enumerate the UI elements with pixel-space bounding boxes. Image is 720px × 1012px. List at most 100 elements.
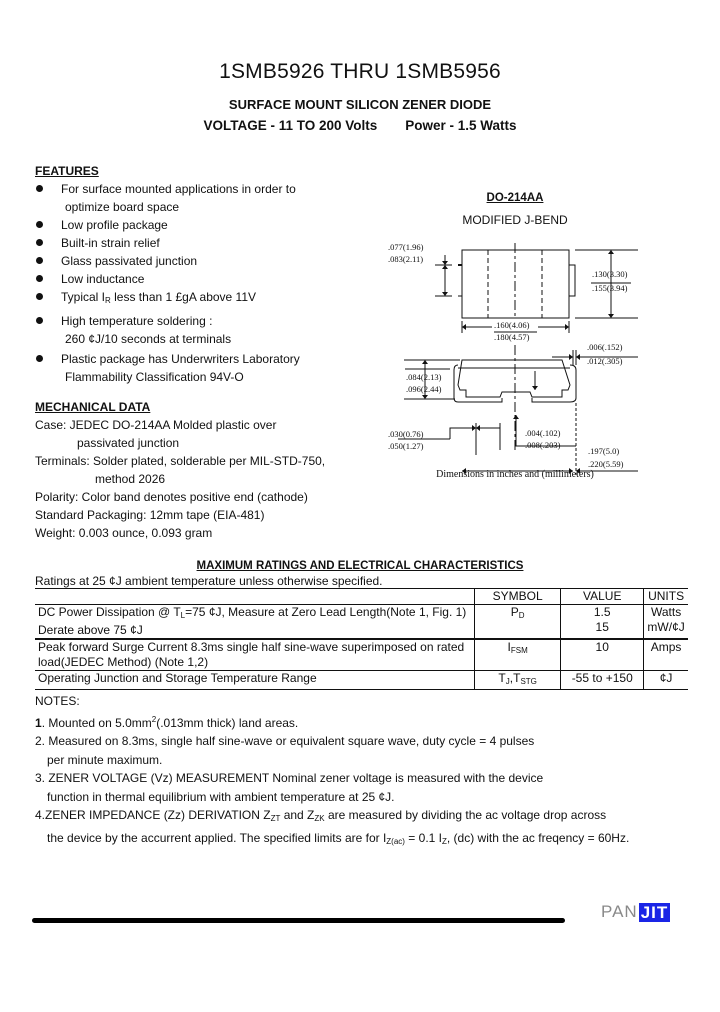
mechanical-heading: MECHANICAL DATA (35, 400, 151, 414)
bullet-icon (36, 275, 43, 282)
dim-label: .155(3.94) (592, 283, 628, 293)
note-text: (.013mm thick) land areas. (156, 715, 299, 730)
units-text: mW/¢J (647, 620, 685, 634)
desc-text: load(JEDEC Method) (Note 1,2) (38, 655, 209, 669)
list-item: Plastic package has Underwriters Laborat… (35, 350, 365, 386)
bullet-icon (36, 355, 43, 362)
feature-text: Glass passivated junction (61, 254, 198, 268)
table-header-row: SYMBOL VALUE UNITS (35, 588, 688, 605)
feature-text: Low inductance (61, 272, 145, 286)
symbol-text: ,T (509, 671, 521, 685)
weight-text: Weight: 0.003 ounce, 0.093 gram (35, 526, 213, 540)
dim-label: .130(3.30) (592, 269, 628, 279)
arrow-icon (532, 386, 538, 390)
mechanical-data-section: MECHANICAL DATA Case: JEDEC DO-214AA Mol… (35, 398, 355, 542)
dim-label: .160(4.06) (494, 320, 530, 330)
list-item: Built-in strain relief (35, 234, 365, 252)
features-heading: FEATURES (35, 164, 99, 178)
note-text: the device by the accurrent applied. The… (47, 830, 387, 845)
arrow-icon (422, 360, 428, 364)
arrow-icon (442, 292, 448, 296)
voltage-range: VOLTAGE - 11 TO 200 Volts (203, 118, 378, 133)
dim-label: .180(4.57) (494, 332, 530, 342)
value-text: 1.5 (593, 605, 611, 619)
desc-text: Peak forward Surge Current 8.3ms single … (38, 640, 465, 654)
power-rating: Power - 1.5 Watts (405, 118, 517, 133)
note-3: 3. ZENER VOLTAGE (Vz) MEASUREMENT Nomina… (35, 771, 544, 785)
desc-text: Derate above 75 ¢J (38, 623, 143, 637)
case-text: Case: JEDEC DO-214AA Molded plastic over (35, 418, 277, 432)
note-2: 2. Measured on 8.3ms, single half sine-w… (35, 734, 535, 748)
arrow-icon (472, 425, 476, 431)
dim-label: .220(5.59) (588, 459, 624, 469)
table-row: Operating Junction and Storage Temperatu… (35, 670, 688, 690)
dim-label: .084(2.13) (406, 372, 442, 382)
arrow-icon (476, 425, 480, 431)
arrow-icon (442, 265, 448, 269)
note-text: . Mounted on 5.0mm (41, 715, 152, 730)
value-text: 15 (595, 620, 609, 634)
dim-label: .030(0.76) (388, 429, 424, 439)
document-subtitle: SURFACE MOUNT SILICON ZENER DIODE (228, 97, 492, 112)
arrow-icon (569, 354, 573, 360)
feature-text: Plastic package has Underwriters Laborat… (61, 352, 300, 366)
arrow-icon (422, 395, 428, 399)
note-text: are measured by dividing the ac voltage … (324, 808, 607, 822)
header-cell-desc (35, 588, 475, 605)
arrow-icon (576, 354, 580, 360)
panjit-logo: PAN JIT (601, 902, 671, 922)
dim-label: .012(.305) (587, 356, 623, 366)
lead-left (453, 364, 503, 403)
arrow-icon (462, 324, 466, 330)
notes-heading: NOTES: (35, 694, 80, 708)
table-row: Peak forward Surge Current 8.3ms single … (35, 639, 688, 671)
list-item: Typical IR less than 1 £gA above 11V (35, 288, 365, 310)
header-cell-units: UNITS (643, 588, 688, 605)
table-row: DC Power Dissipation @ TL=75 ¢J, Measure… (35, 604, 688, 640)
note-text: and Z (280, 808, 315, 822)
note-4: 4.ZENER IMPEDANCE (Zz) DERIVATION ZZT an… (35, 806, 675, 829)
bullet-icon (36, 221, 43, 228)
desc-text: =75 ¢J, Measure at Zero Lead Length(Note… (185, 605, 467, 619)
dim-label: .050(1.27) (388, 441, 424, 451)
features-list: For surface mounted applications in orde… (35, 180, 365, 386)
list-item: Low inductance (35, 270, 365, 288)
symbol-text: P (510, 605, 519, 619)
subscript: ZT (270, 814, 281, 823)
dim-label: .197(5.0) (588, 446, 620, 456)
packaging-text: Standard Packaging: 12mm tape (EIA-481) (35, 508, 265, 522)
feature-text: Low profile package (61, 218, 168, 232)
bullet-icon (36, 239, 43, 246)
arrow-icon (442, 261, 448, 265)
polarity-text: Polarity: Color band denotes positive en… (35, 490, 308, 504)
param-units: ¢J (643, 670, 688, 690)
dim-leader (449, 427, 472, 439)
param-units: Watts mW/¢J (643, 604, 688, 640)
param-symbol: IFSM (474, 639, 561, 671)
param-value: 1.5 15 (560, 604, 644, 640)
symbol-text: T (498, 671, 506, 685)
feature-text: High temperature soldering : (61, 314, 213, 328)
note-text: , (dc) with the ac freqency = 60Hz. (446, 830, 630, 845)
terminals-text-cont: method 2026 (95, 472, 166, 486)
subscript: D (518, 611, 525, 620)
logo-pan: PAN (601, 902, 638, 921)
ratings-heading: MAXIMUM RATINGS AND ELECTRICAL CHARACTER… (196, 560, 524, 572)
note-2-cont: per minute maximum. (47, 752, 163, 767)
bullet-icon (36, 185, 43, 192)
arrow-icon (565, 324, 569, 330)
features-section: FEATURES For surface mounted application… (35, 162, 365, 386)
list-item: High temperature soldering : 260 ¢J/10 se… (35, 312, 365, 348)
feature-text: Typical I (61, 290, 106, 304)
subscript: STG (520, 677, 537, 686)
case-text-cont: passivated junction (77, 436, 180, 450)
note-1: 1. Mounted on 5.0mm2(.013mm thick) land … (35, 711, 675, 733)
param-value: 10 (560, 639, 644, 671)
document-title: 1SMB5926 THRU 1SMB5956 (219, 60, 501, 83)
feature-text: Built-in strain relief (61, 236, 160, 250)
param-desc: Peak forward Surge Current 8.3ms single … (35, 639, 475, 671)
header-cell-value: VALUE (560, 588, 644, 605)
subscript: FSM (510, 646, 528, 655)
cathode-tab (569, 264, 576, 297)
dim-label: .077(1.96) (388, 242, 424, 252)
